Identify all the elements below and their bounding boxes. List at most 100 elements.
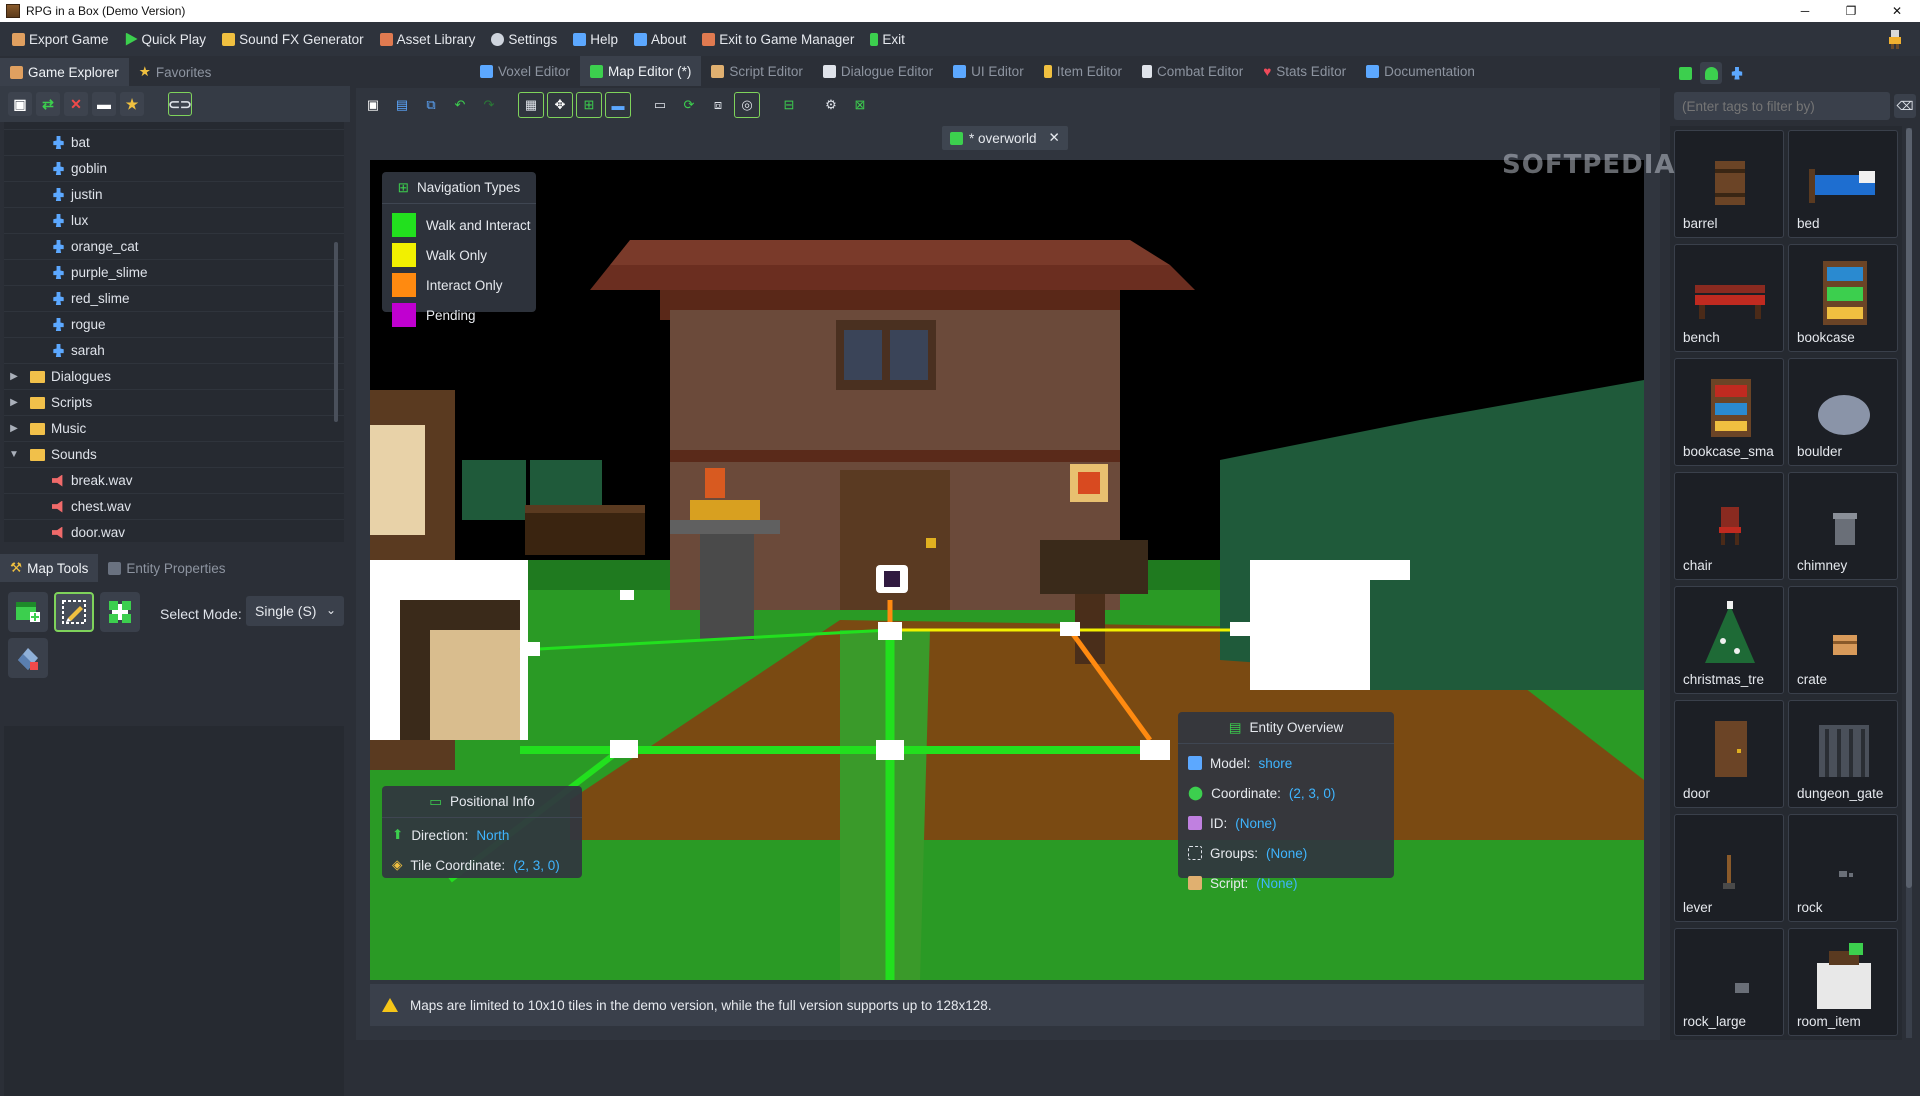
asset-bed[interactable]: bed — [1788, 130, 1898, 238]
copy-button[interactable]: ⧈ — [705, 92, 731, 118]
refresh-button[interactable]: ⇄ — [36, 92, 60, 116]
menu-help[interactable]: Help — [565, 22, 626, 56]
tab-script-editor[interactable]: Script Editor — [701, 56, 813, 86]
tab-map-tools[interactable]: ⚒ Map Tools — [0, 554, 99, 582]
save-as-button[interactable]: ⧉ — [418, 92, 444, 118]
tab-documentation[interactable]: Documentation — [1356, 56, 1485, 86]
new-map-button[interactable]: ▣ — [360, 92, 386, 118]
asset-christmas-tree[interactable]: christmas_tre — [1674, 586, 1784, 694]
save-button[interactable]: ▤ — [389, 92, 415, 118]
overlay-toggle[interactable]: ▬ — [605, 92, 631, 118]
asset-rock-large[interactable]: rock_large — [1674, 928, 1784, 1036]
undo-button[interactable]: ↶ — [447, 92, 473, 118]
tree-item-purple-slime[interactable]: purple_slime — [4, 260, 344, 286]
navigation-toggle[interactable]: ⊞ — [576, 92, 602, 118]
collapse-button[interactable]: ▬ — [92, 92, 116, 116]
tab-characters[interactable] — [1726, 62, 1748, 84]
maximize-button[interactable]: ❐ — [1828, 0, 1874, 22]
asset-barrel[interactable]: barrel — [1674, 130, 1784, 238]
new-item-button[interactable]: ▣ — [8, 92, 32, 116]
tab-tiles[interactable] — [1674, 62, 1696, 84]
asset-bench[interactable]: bench — [1674, 244, 1784, 352]
tab-map-editor[interactable]: Map Editor (*) — [580, 56, 702, 86]
tree-folder-sounds[interactable]: ▼ Sounds — [4, 442, 344, 468]
chevron-right-icon[interactable]: ▶ — [4, 371, 24, 382]
tab-stats-editor[interactable]: ♥ Stats Editor — [1253, 56, 1356, 86]
asset-room-item[interactable]: room_item — [1788, 928, 1898, 1036]
tree-folder-dialogues[interactable]: ▶ Dialogues — [4, 364, 344, 390]
redo-button[interactable]: ↷ — [476, 92, 502, 118]
chevron-right-icon[interactable]: ▶ — [4, 397, 24, 408]
map-viewport[interactable]: ⊞ Navigation Types Walk and Interact Walk… — [370, 160, 1644, 980]
close-icon[interactable]: ✕ — [1049, 130, 1060, 146]
tab-item-editor[interactable]: Item Editor — [1034, 56, 1132, 86]
tree-folder-scripts[interactable]: ▶ Scripts — [4, 390, 344, 416]
tree-item-red-slime[interactable]: red_slime — [4, 286, 344, 312]
asset-dungeon-gate[interactable]: dungeon_gate — [1788, 700, 1898, 808]
tree-folder-music[interactable]: ▶ Music — [4, 416, 344, 442]
menu-sound-fx-generator[interactable]: Sound FX Generator — [214, 22, 372, 56]
tree-item-break-wav[interactable]: break.wav — [4, 468, 344, 494]
favorite-button[interactable]: ★ — [120, 92, 144, 116]
asset-bookcase[interactable]: bookcase — [1788, 244, 1898, 352]
erase-tool[interactable] — [8, 638, 48, 678]
menu-about[interactable]: About — [626, 22, 694, 56]
menu-exit[interactable]: Exit — [862, 22, 913, 56]
chevron-right-icon[interactable]: ▶ — [4, 423, 24, 434]
tab-dialogue-editor[interactable]: Dialogue Editor — [813, 56, 943, 86]
tab-ui-editor[interactable]: UI Editor — [943, 56, 1034, 86]
tree-item-bat[interactable]: bat — [4, 130, 344, 156]
tree-scrollbar[interactable] — [334, 242, 338, 422]
gear-icon[interactable]: ⚙ — [818, 92, 844, 118]
tree-item-rogue[interactable]: rogue — [4, 312, 344, 338]
grid-toggle[interactable]: ▦ — [518, 92, 544, 118]
asset-crate[interactable]: crate — [1788, 586, 1898, 694]
link-button[interactable]: ⊂⊃ — [168, 92, 192, 116]
menu-export-game[interactable]: Export Game — [4, 22, 117, 56]
asset-scrollbar[interactable] — [1906, 128, 1912, 1038]
tab-combat-editor[interactable]: Combat Editor — [1132, 56, 1253, 86]
clear-filter-button[interactable]: ⌫ — [1894, 94, 1916, 118]
asset-lever[interactable]: lever — [1674, 814, 1784, 922]
asset-bookcase-small[interactable]: bookcase_sma — [1674, 358, 1784, 466]
move-toggle[interactable]: ✥ — [547, 92, 573, 118]
menu-settings[interactable]: Settings — [483, 22, 565, 56]
asset-boulder[interactable]: boulder — [1788, 358, 1898, 466]
menu-asset-library[interactable]: Asset Library — [372, 22, 484, 56]
tree-item-orange-cat[interactable]: orange_cat — [4, 234, 344, 260]
minimize-button[interactable]: ─ — [1782, 0, 1828, 22]
asset-door[interactable]: door — [1674, 700, 1784, 808]
add-tile-tool[interactable] — [8, 592, 48, 632]
asset-rock[interactable]: rock — [1788, 814, 1898, 922]
navigation-tool[interactable] — [100, 592, 140, 632]
tree-item-goblin[interactable]: goblin — [4, 156, 344, 182]
tab-favorites[interactable]: ★ Favorites — [129, 58, 222, 86]
menu-quick-play[interactable]: Quick Play — [117, 22, 215, 56]
tag-filter-input[interactable] — [1674, 92, 1890, 120]
map-properties-button[interactable]: ⊠ — [847, 92, 873, 118]
tree-item-lux[interactable]: lux — [4, 208, 344, 234]
tree-item-door-wav[interactable]: door.wav — [4, 520, 344, 542]
tab-voxel-editor[interactable]: Voxel Editor — [470, 56, 580, 86]
layers-button[interactable]: ⊟ — [776, 92, 802, 118]
tree-item-sarah[interactable]: sarah — [4, 338, 344, 364]
camera-button[interactable]: ▭ — [647, 92, 673, 118]
tree-item-justin[interactable]: justin — [4, 182, 344, 208]
select-tool[interactable] — [54, 592, 94, 632]
tree-item-chest-wav[interactable]: chest.wav — [4, 494, 344, 520]
tab-objects[interactable] — [1700, 62, 1722, 84]
select-mode-dropdown[interactable]: Single (S) ⌄ — [246, 596, 344, 626]
asset-chimney[interactable]: chimney — [1788, 472, 1898, 580]
delete-button[interactable]: ✕ — [64, 92, 88, 116]
map-tab-overworld[interactable]: * overworld ✕ — [942, 126, 1068, 150]
menu-exit-to-game-manager[interactable]: Exit to Game Manager — [694, 22, 862, 56]
tab-game-explorer[interactable]: Game Explorer — [0, 58, 129, 86]
asset-scrollbar-thumb[interactable] — [1906, 128, 1912, 888]
chevron-down-icon[interactable]: ▼ — [4, 449, 24, 460]
tab-entity-properties[interactable]: Entity Properties — [98, 554, 235, 582]
rotate-button[interactable]: ⟳ — [676, 92, 702, 118]
asset-chair[interactable]: chair — [1674, 472, 1784, 580]
view-toggle[interactable]: ◎ — [734, 92, 760, 118]
close-button[interactable]: ✕ — [1874, 0, 1920, 22]
character-icon[interactable] — [1884, 28, 1906, 50]
